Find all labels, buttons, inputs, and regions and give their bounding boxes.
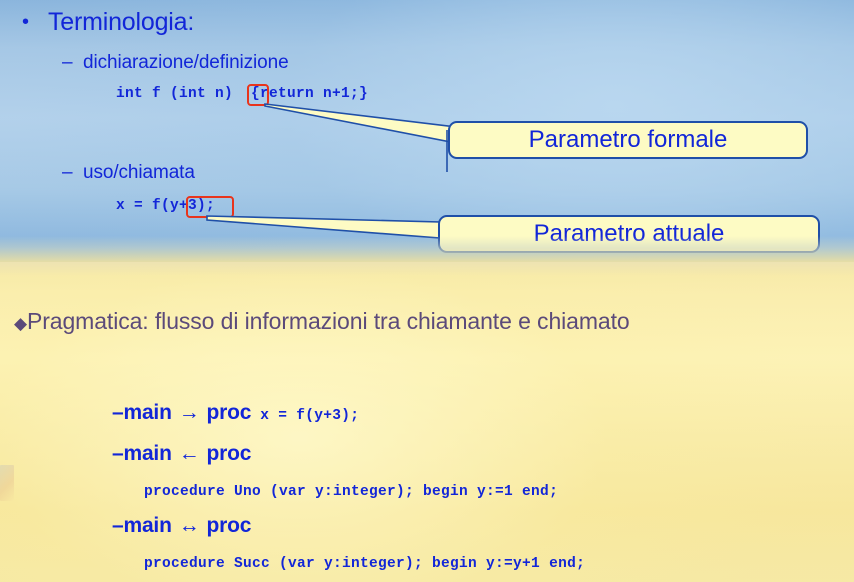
- flow-row-1-dash: –: [112, 401, 124, 424]
- sub-item-dichiarazione: – dichiarazione/definizione: [62, 52, 289, 74]
- arrow-left-icon: ←: [178, 442, 200, 465]
- pragmatica-heading: ◆Pragmatica: flusso di informazioni tra …: [14, 306, 630, 339]
- flow-row-2-from: main: [123, 442, 172, 465]
- flow-row-3-to: proc: [206, 514, 252, 537]
- flow-row-1-code: x = f(y+3);: [260, 408, 360, 424]
- callout-parametro-attuale[interactable]: Parametro attuale: [438, 215, 820, 253]
- flow-row-2-to: proc: [206, 442, 252, 465]
- arrow-both-icon: ↔: [178, 514, 200, 537]
- pragmatica-heading-text: Pragmatica: flusso di informazioni tra c…: [26, 308, 630, 334]
- flow-row-1-from: main: [123, 401, 172, 424]
- flow-row-3-from: main: [123, 514, 172, 537]
- callout-parametro-attuale-text: Parametro attuale: [533, 220, 725, 247]
- pascal-code-uno: procedure Uno (var y:integer); begin y:=…: [144, 484, 559, 500]
- flow-row-1-to: proc: [206, 401, 252, 424]
- terminologia-heading-text: Terminologia:: [48, 8, 195, 36]
- dash-bullet-icon-2: –: [62, 162, 73, 183]
- terminologia-heading: • Terminologia:: [22, 8, 194, 37]
- sub-item-uso: – uso/chiamata: [62, 162, 195, 184]
- slide-stage: • Terminologia: – dichiarazione/definizion…: [0, 0, 854, 582]
- flow-row-3-dash: –: [112, 514, 124, 537]
- slide-bottom-panel: ◆Pragmatica: flusso di informazioni tra …: [0, 262, 854, 582]
- flow-row-bidirectional: –main ↔ proc: [112, 514, 251, 538]
- flow-row-2-dash: –: [112, 442, 124, 465]
- flow-row-main-to-proc: –main → proc x = f(y+3);: [112, 401, 359, 425]
- bullet-dot-icon: •: [22, 11, 29, 33]
- slide-top-panel: • Terminologia: – dichiarazione/definizion…: [0, 0, 854, 262]
- flow-row-proc-to-main: –main ← proc: [112, 442, 251, 466]
- callout-parametro-formale-text: Parametro formale: [528, 126, 728, 153]
- code-declaration: int f (int n) {return n+1;}: [116, 86, 369, 102]
- code-call: x = f(y+3);: [116, 198, 216, 214]
- dash-bullet-icon: –: [62, 52, 73, 73]
- sub-item-uso-label: uso/chiamata: [83, 162, 195, 183]
- diamond-bullet-icon: ◆: [14, 314, 27, 333]
- pascal-code-succ: procedure Succ (var y:integer); begin y:…: [144, 556, 586, 572]
- arrow-right-icon: →: [178, 401, 200, 424]
- edge-artifact-thumbnail: [0, 465, 14, 501]
- callout-parametro-formale[interactable]: Parametro formale: [448, 121, 808, 159]
- sub-item-dichiarazione-label: dichiarazione/definizione: [83, 52, 289, 73]
